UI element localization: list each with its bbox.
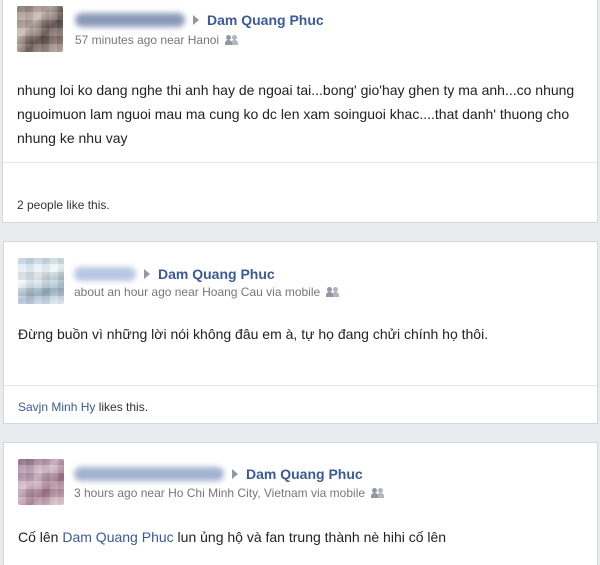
post-divider <box>3 162 597 163</box>
target-profile-link[interactable]: Dam Quang Phuc <box>246 466 363 482</box>
mentioned-profile-link[interactable]: Dam Quang Phuc <box>62 529 173 545</box>
likes-summary: Savjn Minh Hy likes this. <box>18 400 148 414</box>
post-header: Dam Quang Phuc <box>75 10 324 30</box>
post-timestamp-location[interactable]: 57 minutes ago near Hanoi <box>75 33 219 47</box>
friends-icon <box>371 487 385 499</box>
poster-avatar[interactable] <box>17 6 63 52</box>
poster-avatar[interactable] <box>18 258 64 304</box>
post-meta: 57 minutes ago near Hanoi <box>75 33 239 47</box>
redacted-poster-name <box>74 267 136 281</box>
post-divider <box>4 385 597 386</box>
post-content: Đừng buồn vì những lời nói không đâu em … <box>18 326 489 342</box>
post-timestamp-location[interactable]: about an hour ago near Hoang Cau via mob… <box>74 285 320 299</box>
post-content: Cố lên Dam Quang Phuc lun ủng hộ và fan … <box>18 525 583 549</box>
friends-icon <box>225 34 239 46</box>
post-content: nhung loi ko dang nghe thi anh hay de ng… <box>17 82 575 146</box>
target-profile-link[interactable]: Dam Quang Phuc <box>158 266 275 282</box>
post-timestamp-location[interactable]: 3 hours ago near Ho Chi Minh City, Vietn… <box>74 486 365 500</box>
friends-icon <box>326 286 340 298</box>
triangle-right-icon <box>193 15 199 25</box>
feed-post: Dam Quang Phuc 3 hours ago near Ho Chi M… <box>3 442 598 565</box>
likes-suffix: likes this. <box>95 400 149 414</box>
target-profile-link[interactable]: Dam Quang Phuc <box>207 12 324 28</box>
post-meta: 3 hours ago near Ho Chi Minh City, Vietn… <box>74 486 385 500</box>
content-text: lun ủng hộ và fan trung thành nè hihi cố… <box>173 529 447 545</box>
poster-avatar[interactable] <box>18 459 64 505</box>
liker-name-link[interactable]: Savjn Minh Hy <box>18 400 95 414</box>
likes-summary[interactable]: 2 people like this. <box>17 198 110 212</box>
feed-post: Dam Quang Phuc 57 minutes ago near Hanoi… <box>2 0 598 223</box>
content-text: Cố lên <box>18 529 63 545</box>
redacted-poster-name <box>74 467 224 481</box>
post-header: Dam Quang Phuc <box>74 464 363 484</box>
triangle-right-icon <box>144 269 150 279</box>
post-header: Dam Quang Phuc <box>74 264 275 284</box>
post-meta: about an hour ago near Hoang Cau via mob… <box>74 285 340 299</box>
feed-post: Dam Quang Phuc about an hour ago near Ho… <box>3 241 598 424</box>
redacted-poster-name <box>75 13 185 27</box>
triangle-right-icon <box>232 469 238 479</box>
